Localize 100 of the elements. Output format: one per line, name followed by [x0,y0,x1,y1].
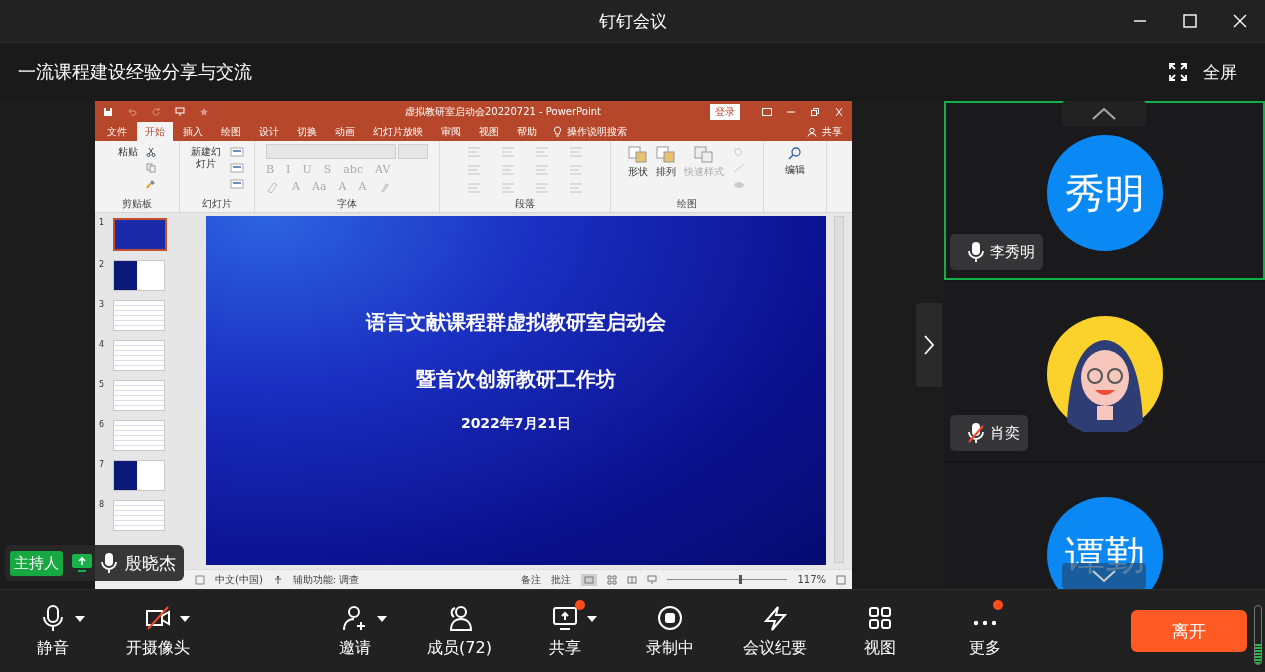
slide-thumbnail[interactable] [113,300,165,331]
ribbon-tab[interactable]: 设计 [251,122,287,141]
slide-thumbnail[interactable] [113,500,165,531]
paragraph-format-icon[interactable] [500,182,516,194]
slide-thumbnail[interactable] [113,260,165,291]
ribbon-tab[interactable]: 插入 [175,122,211,141]
ribbon-button[interactable]: 形状 [628,144,648,178]
participant-tile[interactable]: 肖奕 [944,282,1265,461]
ribbon-display-icon[interactable] [762,107,772,116]
accessibility-icon [272,574,283,585]
highlight-icon[interactable] [266,180,280,193]
effects-icon[interactable] [732,179,746,189]
participant-name-tag: 肖奕 [950,415,1028,451]
scroll-up-button[interactable] [1062,101,1146,127]
slide-sorter-icon[interactable] [607,574,618,585]
slide-number: 6 [99,420,105,429]
paragraph-format-icon[interactable] [466,182,482,194]
outline-icon[interactable] [732,163,746,173]
paragraph-format-icon[interactable] [534,146,550,158]
scissors-icon [146,147,156,157]
tell-me-search[interactable]: 操作说明搜索 [564,122,627,141]
record-icon [655,603,684,632]
slide-thumbnail[interactable] [113,380,165,411]
notes-icon [195,574,205,585]
ribbon-button[interactable]: 编辑 [785,144,805,176]
ribbon-tab[interactable]: 审阅 [433,122,469,141]
caret-icon[interactable] [74,615,85,622]
view-button[interactable]: 视图 [827,603,932,659]
slide-thumbnail[interactable] [113,218,167,251]
sign-in-button[interactable]: 登录 [710,103,740,120]
maximize-icon[interactable] [1183,14,1197,28]
scrollbar[interactable] [834,216,844,563]
leave-button[interactable]: 离开 [1131,610,1247,652]
ribbon-tab[interactable]: 绘图 [213,122,249,141]
ribbon-button[interactable]: 粘贴 [118,144,138,158]
ribbon-tab[interactable]: 动画 [327,122,363,141]
caret-icon[interactable] [586,615,597,622]
paragraph-format-icon[interactable] [466,146,482,158]
ribbon-tab[interactable]: 文件 [99,122,135,141]
mic-button[interactable]: 静音 [0,603,105,659]
close-icon[interactable] [1233,14,1247,28]
comments-button[interactable]: 批注 [551,572,572,587]
reading-view-icon[interactable] [627,574,638,585]
caret-icon[interactable] [179,615,190,622]
chevron-right-icon [923,334,935,356]
paragraph-format-icon[interactable] [500,164,516,176]
ribbon-tab[interactable]: 帮助 [509,122,545,141]
camera-button[interactable]: 开摄像头 [105,603,210,659]
fullscreen-icon[interactable] [1169,63,1187,81]
chevron-up-icon [1091,107,1117,121]
undo-icon[interactable] [127,106,137,117]
zoom-level[interactable]: 117% [797,574,826,585]
present-icon[interactable] [175,106,185,117]
ribbon-tab[interactable]: 幻灯片放映 [365,122,431,141]
share-button[interactable]: 共享 [512,603,617,659]
minutes-button[interactable]: 会议纪要 [722,603,827,659]
slide-number: 7 [99,460,105,469]
slideshow-icon[interactable] [647,574,658,585]
ribbon-button[interactable]: 排列 [656,144,676,178]
participant-tile[interactable]: 谭勤 [944,463,1265,589]
paragraph-format-icon[interactable] [534,164,550,176]
caret-icon[interactable] [376,615,387,622]
paragraph-format-icon[interactable] [500,146,516,158]
members-button[interactable]: 成员(72) [407,603,512,659]
slide-subtitle: 暨首次创新教研工作坊 [416,365,616,393]
shape-icon [694,146,714,164]
ribbon-tab[interactable]: 视图 [471,122,507,141]
redo-icon[interactable] [151,106,161,117]
restore-icon[interactable] [810,107,820,116]
ribbon-tab[interactable]: 开始 [137,122,173,141]
fit-slide-icon[interactable] [836,574,846,585]
paragraph-format-icon[interactable] [466,164,482,176]
font-name-field[interactable] [266,144,396,159]
star-icon[interactable] [199,106,209,117]
expand-panel-button[interactable] [916,303,942,387]
notes-button[interactable]: 备注 [521,572,542,587]
normal-view-icon[interactable] [581,573,598,586]
lightbulb-icon [553,126,562,137]
fullscreen-button[interactable]: 全屏 [1203,60,1237,84]
paragraph-format-icon[interactable] [568,182,584,194]
slide-thumbnail[interactable] [113,420,165,451]
slide-thumbnail[interactable] [113,460,165,491]
invite-button[interactable]: 邀请 [302,603,407,659]
ribbon-group-label: 段落 [515,197,535,211]
slide-number: 8 [99,500,105,509]
ribbon-tab[interactable]: 切换 [289,122,325,141]
paragraph-format-icon[interactable] [568,146,584,158]
ribbon-button[interactable]: 新建幻灯片 [190,144,222,169]
record-button[interactable]: 录制中 [617,603,722,659]
slide-title: 语言文献课程群虚拟教研室启动会 [366,308,666,336]
font-size-field[interactable] [398,144,428,159]
paragraph-format-icon[interactable] [568,164,584,176]
presenter-name: 殷晓杰 [125,551,176,575]
accessibility-status[interactable]: 辅助功能: 调查 [292,572,360,587]
save-icon[interactable] [103,106,113,117]
participant-tile[interactable]: 秀明 李秀明 [944,101,1265,280]
more-button[interactable]: 更多 [932,603,1037,659]
paragraph-format-icon[interactable] [534,182,550,194]
share-button[interactable]: 共享 [819,122,852,141]
slide-thumbnail[interactable] [113,340,165,371]
